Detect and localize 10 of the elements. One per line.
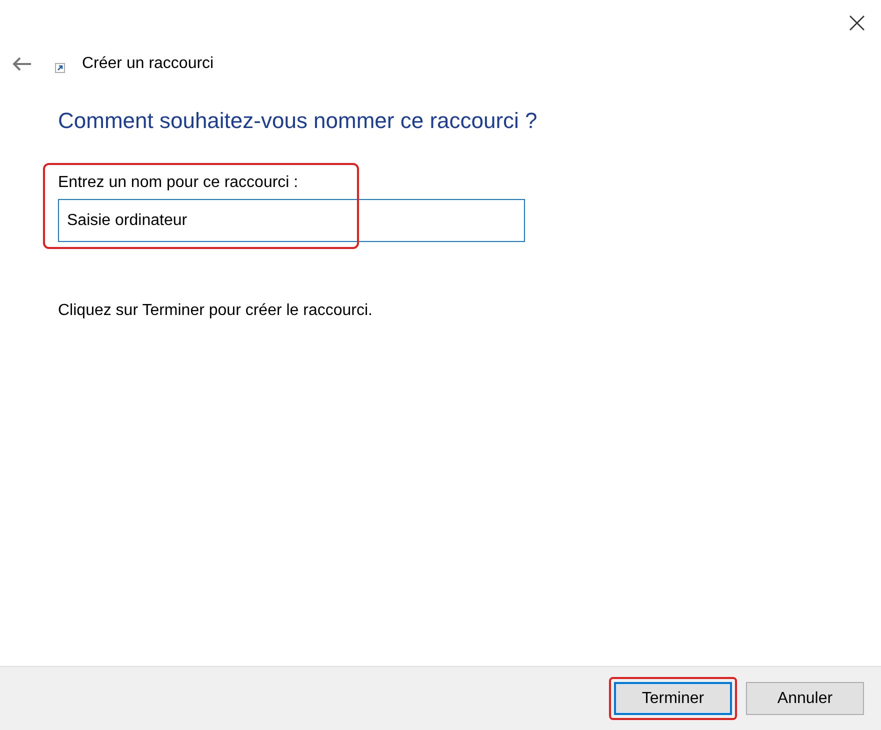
- back-arrow-icon[interactable]: [12, 56, 32, 72]
- close-icon[interactable]: [849, 15, 865, 31]
- name-input-field[interactable]: Saisie ordinateur: [58, 199, 525, 242]
- shortcut-icon: [55, 63, 65, 73]
- dialog-heading: Comment souhaitez-vous nommer ce raccourci ?: [58, 107, 538, 135]
- field-label: Entrez un nom pour ce raccourci :: [58, 173, 300, 193]
- finish-button[interactable]: Terminer: [614, 682, 732, 715]
- window-title: Créer un raccourci: [82, 54, 214, 74]
- cancel-button[interactable]: Annuler: [746, 682, 864, 715]
- instruction-text: Cliquez sur Terminer pour créer le raccourci.: [58, 301, 374, 321]
